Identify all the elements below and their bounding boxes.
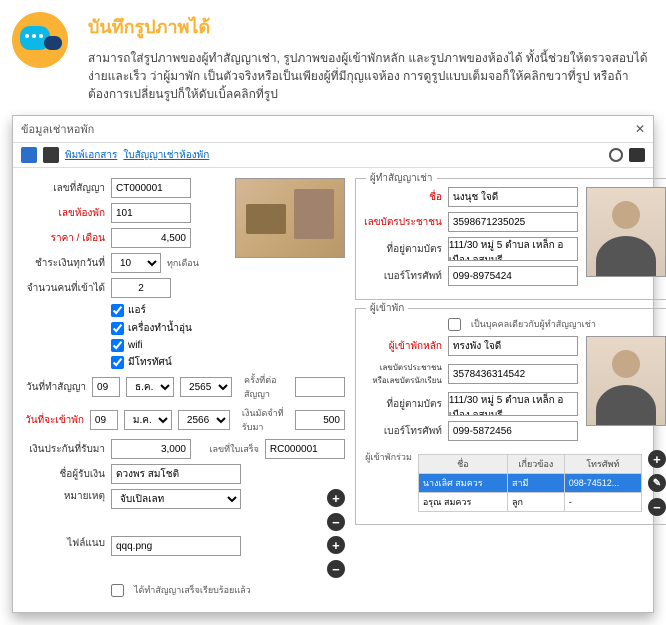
gear-icon[interactable] (609, 148, 623, 162)
print-docs-link[interactable]: พิมพ์เอกสาร (65, 148, 117, 163)
deposit-input[interactable] (111, 439, 191, 459)
lbl-lessor-addr: ที่อยู่ตามบัตร (364, 242, 442, 257)
payday-select[interactable]: 10 (111, 253, 161, 273)
renew-input (295, 377, 345, 397)
contract-no-input (111, 178, 191, 198)
action-icon[interactable] (43, 147, 59, 163)
cd-mon[interactable]: ธ.ค. (126, 377, 174, 397)
feature-desc: สามารถใส่รูปภาพของผู้ทำสัญญาเช่า, รูปภาพ… (88, 49, 654, 103)
cotenant-table: ชื่อเกี่ยวข้องโทรศัพท์ นางเลิศ สมควรสามี… (418, 454, 642, 512)
lbl-cashier: ชื่อผู้รับเงิน (23, 467, 105, 482)
table-row[interactable]: อรุณ สมควรลูก- (418, 493, 641, 512)
lessor-image[interactable] (586, 187, 666, 277)
attach-input[interactable] (111, 536, 241, 556)
cotenant-del-button[interactable]: − (648, 498, 666, 516)
ci-mon[interactable]: ม.ค. (124, 410, 172, 430)
note-del-button[interactable]: − (327, 513, 345, 531)
contract-link[interactable]: ใบสัญญาเช่าห้องพัก (123, 148, 209, 163)
cd-day[interactable] (92, 377, 120, 397)
tenant-id-input[interactable] (448, 364, 578, 384)
close-icon[interactable]: ✕ (635, 122, 645, 136)
receipt-input (265, 439, 345, 459)
tenant-tel-input[interactable] (448, 421, 578, 441)
cb-tv[interactable] (111, 356, 124, 369)
lbl-lessor-id: เลขบัตรประชาชน (364, 215, 442, 230)
feature-title: บันทึกรูปภาพได้ (88, 12, 654, 41)
lessor-name-input[interactable] (448, 187, 578, 207)
lbl-dep2: เงินมัดจำที่รับมา (242, 406, 289, 434)
cb-contract-done[interactable] (111, 584, 124, 597)
lbl-contract-no: เลขที่สัญญา (23, 181, 105, 196)
lbl-cotenant: ผู้เข้าพักร่วม (364, 450, 412, 464)
lbl-renew: ครั้งที่ต่อสัญญา (244, 373, 289, 401)
cotenant-add-button[interactable]: + (648, 450, 666, 468)
ci-day[interactable] (90, 410, 118, 430)
cb-wifi[interactable] (111, 339, 124, 352)
tenant-title: ผู้เข้าพัก (366, 301, 408, 316)
lbl-deposit: เงินประกันที่รับมา (23, 442, 105, 457)
lessor-title: ผู้ทำสัญญาเช่า (366, 171, 437, 186)
room-image[interactable] (235, 178, 345, 258)
lbl-capacity: จำนวนคนที่เข้าได้ (23, 281, 105, 296)
cb-same-person[interactable] (448, 318, 461, 331)
feature-icon (12, 12, 68, 68)
note-select[interactable]: จับเปิลเลท (111, 489, 241, 509)
file-del-button[interactable]: − (327, 560, 345, 578)
lbl-attach: ไฟล์แนบ (23, 536, 105, 551)
table-row[interactable]: นางเลิศ สมควรสามี098-74512... (418, 474, 641, 493)
lbl-tenant-id: เลขบัตรประชาชน หรือเลขบัตรนักเรียน (364, 361, 442, 387)
lbl-lessor-tel: เบอร์โทรศัพท์ (364, 269, 442, 284)
lbl-note: หมายเหตุ (23, 489, 105, 504)
tenant-addr-input[interactable]: 111/30 หมู่ 5 ตำบล เหล็ก อเมือง จสบบุรี (448, 392, 578, 416)
window-title: ข้อมูลเช่าหอพัก (21, 120, 94, 138)
dialog-window: ข้อมูลเช่าหอพัก ✕ พิมพ์เอกสาร ใบสัญญาเช่… (12, 115, 654, 613)
tenant-name-input[interactable] (448, 336, 578, 356)
tenant-image[interactable] (586, 336, 666, 426)
lessor-addr-input[interactable]: 111/30 หมู่ 5 ตำบล เหล็ก อเมือง จสบบุรี (448, 237, 578, 261)
lessor-id-input[interactable] (448, 212, 578, 232)
lbl-tenant-name: ผู้เข้าพักหลัก (364, 339, 442, 354)
lbl-tenant-addr: ที่อยู่ตามบัตร (364, 397, 442, 412)
lbl-checkin: วันที่จะเข้าพัก (23, 413, 84, 428)
room-no-input[interactable] (111, 203, 191, 223)
tenant-panel: ผู้เข้าพัก เป็นบุคคลเดียวกับผู้ทำสัญญาเช… (355, 308, 666, 525)
lbl-payday: ชำระเงินทุกวันที่ (23, 256, 105, 271)
cashier-input[interactable] (111, 464, 241, 484)
cd-yr[interactable]: 2565 (180, 377, 232, 397)
lbl-lessor-name: ชื่อ (364, 190, 442, 205)
lbl-price: ราคา / เดือน (23, 231, 105, 246)
cb-heater[interactable] (111, 322, 124, 335)
lbl-receipt: เลขที่ใบเสร็จ (209, 442, 258, 456)
lbl-contract-date: วันที่ทำสัญญา (23, 380, 86, 395)
lbl-tenant-tel: เบอร์โทรศัพท์ (364, 424, 442, 439)
save-icon[interactable] (21, 147, 37, 163)
cb-air[interactable] (111, 304, 124, 317)
lessor-panel: ผู้ทำสัญญาเช่า ชื่อ เลขบัตรประชาชน ที่อย… (355, 178, 666, 300)
printer-icon[interactable] (629, 148, 645, 162)
dep2-input[interactable] (295, 410, 345, 430)
ci-yr[interactable]: 2566 (178, 410, 230, 430)
price-input[interactable] (111, 228, 191, 248)
cotenant-edit-button[interactable]: ✎ (648, 474, 666, 492)
lbl-room-no: เลขห้องพัก (23, 206, 105, 221)
payday-unit: ทุกเดือน (167, 256, 199, 270)
file-add-button[interactable]: + (327, 536, 345, 554)
capacity-input[interactable] (111, 278, 171, 298)
note-add-button[interactable]: + (327, 489, 345, 507)
lessor-tel-input[interactable] (448, 266, 578, 286)
